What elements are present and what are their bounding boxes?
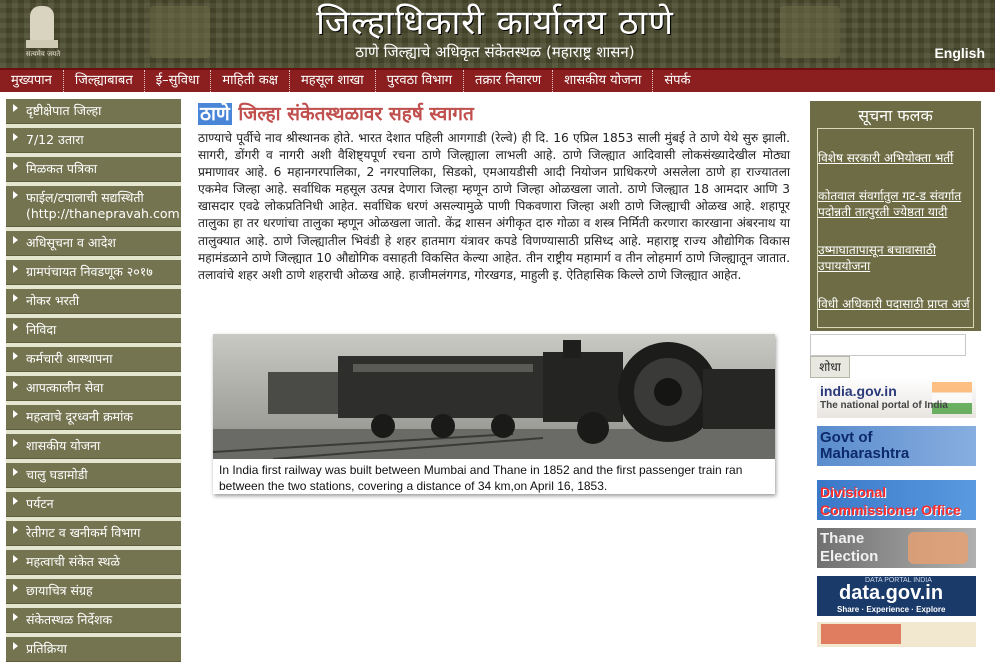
english-language-link[interactable]: English — [934, 45, 985, 61]
heading-highlight: ठाणे — [198, 103, 232, 125]
banner-title: Govt of Maharashtra — [820, 429, 910, 462]
banner-graphic — [821, 624, 901, 644]
menu-item-feedback[interactable]: प्रतिक्रिया — [6, 637, 181, 662]
triangle-right-icon — [13, 133, 18, 141]
notice-board: सूचना फलक विशेष सरकारी अभियोक्ता भर्ती क… — [810, 101, 981, 331]
triangle-right-icon — [13, 613, 18, 621]
triangle-right-icon — [13, 294, 18, 302]
notice-board-title: सूचना फलक — [858, 106, 933, 125]
banner-title: Divisional Commissioner Office — [820, 484, 961, 518]
india-gov-portal-banner[interactable]: india.gov.in The national portal of Indi… — [817, 378, 976, 418]
notice-item[interactable]: कोतवाल संवर्गातुल गट-ड संवर्गात पदोन्नती… — [818, 188, 973, 220]
nav-item-revenue-branch[interactable]: महसूल शाखा — [289, 70, 375, 92]
menu-item-current-events[interactable]: चालु घडामोडी — [6, 463, 181, 488]
govt-of-maharashtra-banner[interactable]: Govt of Maharashtra — [817, 426, 976, 466]
banner-title: india.gov.in — [820, 383, 897, 399]
menu-item-tourism[interactable]: पर्यटन — [6, 492, 181, 517]
warli-art-decoration — [150, 6, 210, 58]
notice-list: विशेष सरकारी अभियोक्ता भर्ती कोतवाल संवर… — [817, 128, 974, 328]
triangle-right-icon — [13, 526, 18, 534]
search-button[interactable]: शोधा — [810, 356, 850, 378]
site-subtitle: ठाणे जिल्ह्याचे अधिकृत संकेतस्थळ (महाराष… — [355, 43, 635, 61]
menu-item-tenders[interactable]: निविदा — [6, 318, 181, 343]
nav-item-about-district[interactable]: जिल्ह्याबाबत — [62, 70, 144, 92]
thane-election-banner[interactable]: Thane Election — [817, 528, 976, 568]
triangle-right-icon — [13, 352, 18, 360]
triangle-right-icon — [13, 584, 18, 592]
menu-item-file-status[interactable]: फाईल/टपालाची सद्यस्थिती (http://thanepra… — [6, 186, 185, 227]
emblem-motto: सत्यमेव जयते — [25, 50, 61, 58]
triangle-right-icon — [13, 265, 18, 273]
menu-item-important-phone-numbers[interactable]: महत्वाचे दूरध्वनी क्रमांक — [6, 405, 181, 430]
promo-banner[interactable] — [817, 622, 976, 647]
historic-train-photo — [213, 334, 775, 459]
triangle-right-icon — [13, 497, 18, 505]
notice-item[interactable]: विशेष सरकारी अभियोक्ता भर्ती — [818, 150, 973, 166]
site-header: सत्यमेव जयते जिल्हाधिकारी कार्यालय ठाणे … — [0, 0, 995, 68]
divisional-commissioner-banner[interactable]: Divisional Commissioner Office — [817, 480, 976, 520]
notice-item[interactable]: विधी अधिकारी पदासाठी प्राप्त अर्ज — [818, 296, 973, 312]
banner-title: Thane Election — [820, 530, 879, 565]
state-emblem-icon: सत्यमेव जयते — [20, 2, 64, 58]
menu-item-sand-mining-department[interactable]: रेतीगट व खनीकर्म विभाग — [6, 521, 181, 546]
warli-art-decoration — [780, 6, 840, 58]
menu-item-photo-gallery[interactable]: छायाचित्र संग्रह — [6, 579, 181, 604]
triangle-right-icon — [13, 439, 18, 447]
nav-item-home[interactable]: मुख्यपान — [0, 70, 63, 92]
menu-item-district-at-glance[interactable]: दृष्टीक्षेपात जिल्हा — [6, 99, 181, 124]
triangle-right-icon — [13, 410, 18, 418]
district-introduction: ठाण्याचे पूर्वीचे नाव श्रीस्थानक होते. भ… — [198, 131, 790, 282]
data-gov-banner[interactable]: DATA PORTAL INDIA data.gov.in Share · Ex… — [817, 576, 976, 616]
heading-text: जिल्हा संकेतस्थळावर सहर्ष स्वागत — [231, 103, 474, 125]
nav-item-grievance-redressal[interactable]: तक्रार निवारण — [463, 70, 552, 92]
triangle-right-icon — [13, 191, 18, 199]
menu-item-property-card[interactable]: मिळकत पत्रिका — [6, 157, 181, 182]
triangle-right-icon — [13, 162, 18, 170]
railway-photo-card: In India first railway was built between… — [213, 334, 775, 494]
menu-item-recruitment[interactable]: नोकर भरती — [6, 289, 181, 314]
nav-item-e-services[interactable]: ई–सुविधा — [143, 70, 211, 92]
main-navigation: मुख्यपान जिल्ह्याबाबत ई–सुविधा माहिती कक… — [0, 68, 995, 92]
banner-title: data.gov.in — [839, 582, 944, 604]
menu-item-gram-panchayat-election[interactable]: ग्रामपंचायत निवडणूक २०१७ — [6, 260, 181, 285]
menu-item-government-schemes[interactable]: शासकीय योजना — [6, 434, 181, 459]
triangle-right-icon — [13, 468, 18, 476]
left-sidebar-menu: दृष्टीक्षेपात जिल्हा 7/12 उतारा मिळकत पत… — [6, 99, 185, 662]
menu-item-7-12-extract[interactable]: 7/12 उतारा — [6, 128, 181, 153]
banner-subtitle: Share · Experience · Explore — [837, 605, 946, 614]
notice-item[interactable]: उष्माघातापासून बचावासाठी उपाययोजना — [818, 242, 973, 274]
banner-subtitle: The national portal of India — [820, 400, 948, 411]
triangle-right-icon — [13, 381, 18, 389]
triangle-right-icon — [13, 323, 18, 331]
menu-item-staff-establishment[interactable]: कर्मचारी आस्थापना — [6, 347, 181, 372]
welcome-heading: ठाणे जिल्हा संकेतस्थळावर सहर्ष स्वागत — [198, 101, 790, 127]
search-input[interactable] — [810, 334, 966, 356]
menu-item-site-map[interactable]: संकेतस्थळ निर्देशक — [6, 608, 181, 633]
nav-item-information-cell[interactable]: माहिती कक्ष — [210, 70, 289, 92]
nav-item-government-schemes[interactable]: शासकीय योजना — [552, 70, 652, 92]
menu-item-notifications-orders[interactable]: अधिसूचना व आदेश — [6, 231, 181, 256]
photo-caption: In India first railway was built between… — [219, 463, 743, 493]
menu-item-important-websites[interactable]: महत्वाची संकेत स्थळे — [6, 550, 181, 575]
site-title: जिल्हाधिकारी कार्यालय ठाणे — [316, 3, 674, 43]
nav-item-contact[interactable]: संपर्क — [652, 70, 701, 92]
nav-item-supply-department[interactable]: पुरवठा विभाग — [374, 70, 463, 92]
triangle-right-icon — [13, 642, 18, 650]
menu-item-emergency-services[interactable]: आपत्कालीन सेवा — [6, 376, 181, 401]
main-content: ठाणे जिल्हा संकेतस्थळावर सहर्ष स्वागत ठा… — [198, 101, 790, 284]
triangle-right-icon — [13, 555, 18, 563]
triangle-right-icon — [13, 236, 18, 244]
triangle-right-icon — [13, 104, 18, 112]
ballot-hand-icon — [908, 532, 968, 564]
